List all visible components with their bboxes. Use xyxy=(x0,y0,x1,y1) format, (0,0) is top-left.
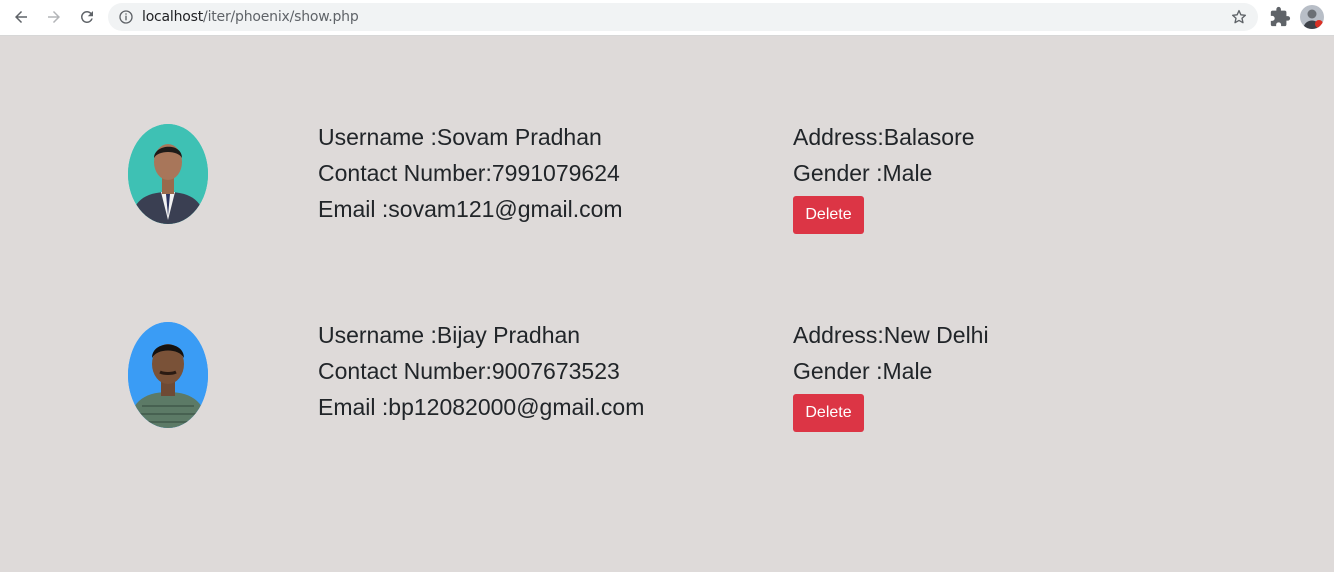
person-photo-icon xyxy=(128,322,208,428)
contact-label: Contact Number: xyxy=(318,160,492,186)
username-line: Username :Sovam Pradhan xyxy=(318,123,602,151)
username-label: Username : xyxy=(318,322,437,348)
username-line: Username :Bijay Pradhan xyxy=(318,321,580,349)
toolbar-divider xyxy=(0,35,1334,36)
email-line: Email :bp12082000@gmail.com xyxy=(318,393,644,421)
username-label: Username : xyxy=(318,124,437,150)
gender-label: Gender : xyxy=(793,160,883,186)
username-value: Bijay Pradhan xyxy=(436,322,581,348)
email-label: Email : xyxy=(318,394,389,420)
delete-button[interactable]: Delete xyxy=(793,394,864,432)
extensions-puzzle-icon[interactable] xyxy=(1269,6,1291,28)
reload-icon xyxy=(80,10,93,23)
contact-value: 7991079624 xyxy=(491,160,620,186)
user-photo xyxy=(128,124,208,224)
person-photo-icon xyxy=(128,124,208,224)
address-line: Address:Balasore xyxy=(793,123,975,151)
contact-line: Contact Number:7991079624 xyxy=(318,159,620,187)
url-text: localhost/iter/phoenix/show.php xyxy=(142,9,359,25)
back-button[interactable] xyxy=(9,5,33,29)
contact-value: 9007673523 xyxy=(491,358,620,384)
reload-button[interactable] xyxy=(75,5,99,29)
username-value: Sovam Pradhan xyxy=(436,124,602,150)
user-record: Username :Sovam Pradhan Contact Number:7… xyxy=(0,118,1334,238)
gender-line: Gender :Male xyxy=(793,357,932,385)
delete-button[interactable]: Delete xyxy=(793,196,864,234)
url-path: /iter/phoenix/show.php xyxy=(203,9,359,25)
address-value: New Delhi xyxy=(883,322,989,348)
address-bar[interactable]: localhost/iter/phoenix/show.php xyxy=(108,3,1258,31)
info-icon[interactable] xyxy=(118,9,134,25)
user-record: Username :Bijay Pradhan Contact Number:9… xyxy=(0,316,1334,436)
gender-value: Male xyxy=(882,358,933,384)
person-icon xyxy=(1303,9,1323,29)
forward-button[interactable] xyxy=(42,5,66,29)
gender-line: Gender :Male xyxy=(793,159,932,187)
contact-line: Contact Number:9007673523 xyxy=(318,357,620,385)
contact-label: Contact Number: xyxy=(318,358,492,384)
email-value: bp12082000@gmail.com xyxy=(388,394,645,420)
profile-avatar[interactable] xyxy=(1300,5,1324,29)
address-label: Address: xyxy=(793,124,884,150)
email-value: sovam121@gmail.com xyxy=(388,196,623,222)
email-label: Email : xyxy=(318,196,389,222)
browser-toolbar: localhost/iter/phoenix/show.php xyxy=(0,0,1334,35)
star-icon[interactable] xyxy=(1230,8,1248,26)
address-line: Address:New Delhi xyxy=(793,321,989,349)
gender-value: Male xyxy=(882,160,933,186)
gender-label: Gender : xyxy=(793,358,883,384)
arrow-left-icon xyxy=(15,11,27,23)
address-value: Balasore xyxy=(883,124,975,150)
address-label: Address: xyxy=(793,322,884,348)
arrow-right-icon xyxy=(48,11,60,23)
user-photo xyxy=(128,322,208,428)
url-host: localhost xyxy=(142,9,204,25)
email-line: Email :sovam121@gmail.com xyxy=(318,195,623,223)
